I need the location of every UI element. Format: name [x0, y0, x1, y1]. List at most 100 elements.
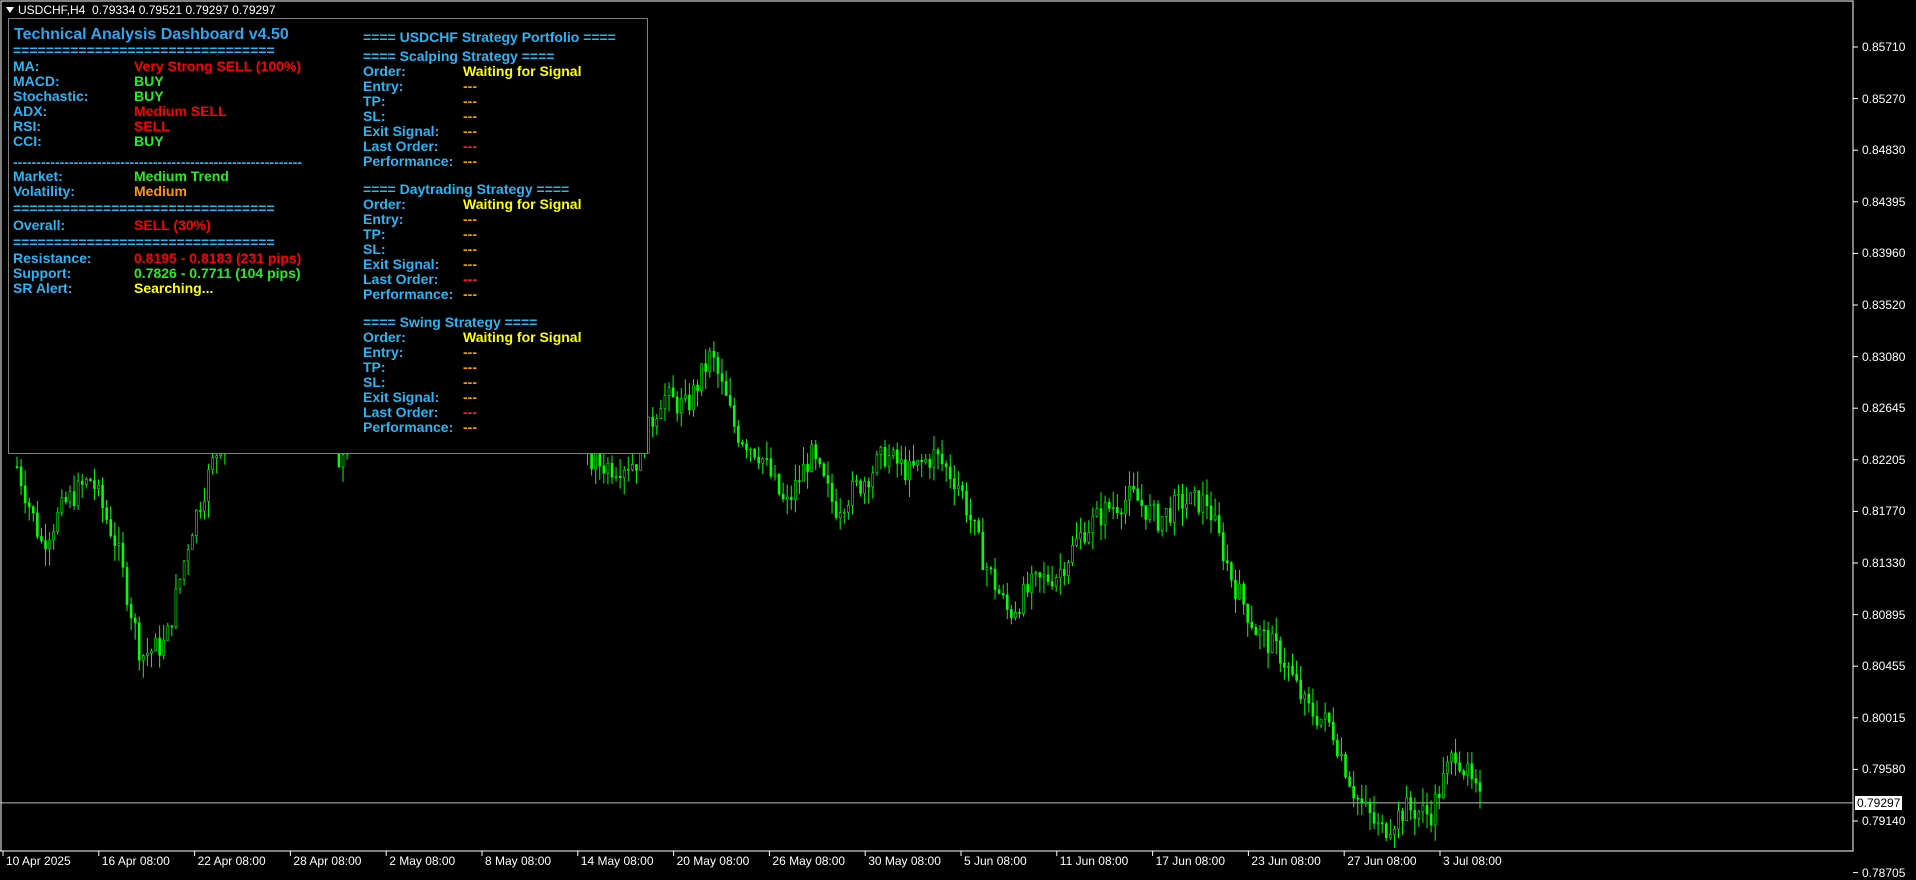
candle-body — [826, 475, 830, 484]
candle-body — [1001, 593, 1005, 596]
time-tick-label: 22 Apr 08:00 — [197, 854, 266, 868]
strategy-field-label: Exit Signal: — [363, 256, 440, 272]
candle-body — [1393, 828, 1396, 835]
candle-body — [1087, 532, 1091, 543]
candle-body — [1038, 572, 1042, 578]
candle-body — [150, 650, 153, 654]
strategy-field-label: Performance: — [363, 153, 454, 169]
candle-body — [1205, 494, 1209, 507]
time-tick-label: 23 Jun 08:00 — [1251, 854, 1321, 868]
strategy-field-value: --- — [463, 389, 477, 405]
time-tick-label: 30 May 08:00 — [868, 854, 941, 868]
candle-body — [900, 459, 903, 464]
candle-body — [948, 466, 952, 480]
candle-body — [1274, 633, 1278, 642]
candle-body — [1340, 754, 1343, 757]
price-tick-label: 0.80455 — [1862, 659, 1906, 674]
volatility-label: Volatility: — [13, 183, 75, 199]
candle-body — [1266, 630, 1270, 653]
candle-body — [1368, 801, 1372, 813]
candle-body — [818, 458, 822, 465]
candle-body — [728, 395, 732, 406]
candle-body — [932, 449, 936, 468]
candle-body — [773, 473, 777, 477]
candle-body — [688, 394, 691, 411]
sr-alert-label: SR Alert: — [13, 280, 73, 296]
candle-body — [162, 639, 166, 656]
resistance-value: 0.8195 - 0.8183 (231 pips) — [134, 250, 302, 266]
candle-body — [1254, 627, 1258, 636]
strategy-field-label: Order: — [363, 196, 406, 212]
candle-body — [89, 478, 92, 481]
strategy-title: ==== Swing Strategy ==== — [363, 314, 538, 330]
candle-body — [154, 637, 157, 652]
candle-body — [1311, 702, 1315, 717]
candle-body — [1376, 822, 1380, 825]
candle-body — [842, 511, 846, 514]
candle-body — [76, 480, 80, 507]
candle-body — [52, 531, 55, 541]
candle-body — [598, 451, 602, 467]
candle-body — [631, 464, 634, 470]
dropdown-triangle-icon[interactable] — [6, 7, 14, 13]
candle-body — [23, 485, 27, 503]
candle-body — [1168, 508, 1172, 523]
candle-body — [1450, 752, 1453, 763]
candle-body — [1046, 574, 1050, 582]
strategy-field-label: SL: — [363, 241, 386, 257]
candle-body — [1124, 499, 1127, 515]
strategy-field-label: Last Order: — [363, 404, 439, 420]
candle-body — [219, 453, 223, 456]
candle-body — [1246, 603, 1250, 623]
candle-body — [125, 567, 129, 605]
candle-body — [1111, 506, 1115, 509]
candle-body — [977, 520, 981, 533]
candle-body — [1132, 486, 1135, 490]
time-tick-label: 28 Apr 08:00 — [293, 854, 362, 868]
support-value: 0.7826 - 0.7711 (104 pips) — [134, 265, 301, 281]
candle-body — [745, 443, 748, 450]
candle-body — [1405, 797, 1408, 822]
candle-body — [1425, 805, 1429, 815]
candle-body — [1401, 810, 1404, 822]
candle-body — [891, 449, 895, 457]
candle-body — [1470, 763, 1474, 779]
price-tick-label: 0.80895 — [1862, 607, 1906, 622]
candle-body — [1442, 773, 1445, 798]
strategy-field-label: Last Order: — [363, 271, 439, 287]
candle-body — [190, 535, 194, 550]
indicator-label: ADX: — [13, 103, 48, 119]
candle-body — [1433, 793, 1437, 826]
candle-body — [602, 465, 606, 474]
candle-body — [1022, 584, 1025, 614]
strategy-field-label: Performance: — [363, 419, 454, 435]
candle-body — [1287, 666, 1290, 668]
candle-body — [105, 507, 108, 520]
price-tick-label: 0.78705 — [1862, 865, 1906, 880]
candle-body — [178, 578, 182, 590]
time-tick-label: 16 Apr 08:00 — [101, 854, 170, 868]
time-tick-label: 26 May 08:00 — [772, 854, 846, 868]
chart-area[interactable]: USDCHF,H4 0.79334 0.79521 0.79297 0.7929… — [0, 0, 1916, 880]
market-value: Medium Trend — [134, 168, 229, 184]
candle-body — [1193, 490, 1197, 494]
candle-body — [753, 448, 756, 458]
candle-body — [667, 387, 671, 397]
candle-body — [1478, 782, 1482, 792]
strategy-field-value: --- — [463, 419, 477, 435]
strategy-field-value: --- — [463, 404, 477, 420]
candle-body — [32, 506, 35, 514]
candle-body — [871, 472, 875, 488]
candle-body — [1389, 834, 1392, 839]
candle-body — [1295, 674, 1298, 681]
price-tick-label: 0.83960 — [1862, 246, 1906, 261]
candle-body — [1201, 494, 1205, 513]
candle-body — [1262, 629, 1266, 632]
candle-body — [1030, 573, 1034, 593]
candle-body — [64, 496, 68, 503]
candle-body — [1234, 579, 1237, 599]
candle-body — [203, 500, 206, 512]
candle-body — [1128, 486, 1131, 501]
price-tick-label: 0.84830 — [1862, 143, 1906, 158]
strategy-field-label: Entry: — [363, 344, 404, 360]
